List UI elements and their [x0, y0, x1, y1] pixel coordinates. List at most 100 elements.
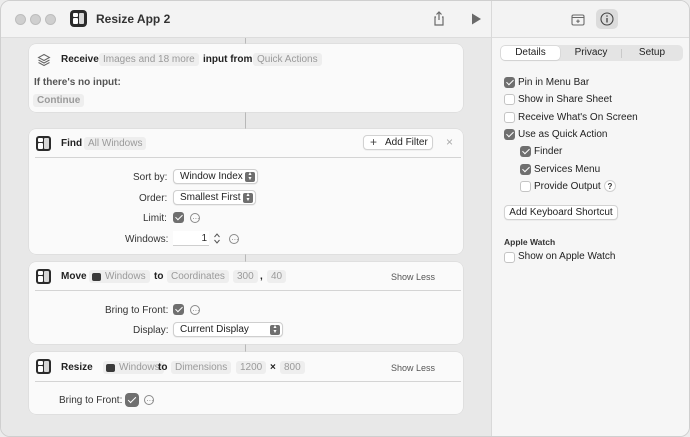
limit-checkbox[interactable]: [173, 212, 184, 223]
sort-by-value: Window Index: [180, 171, 243, 182]
share-icon: [434, 11, 444, 26]
resize-bring-front-checkbox[interactable]: [125, 393, 139, 407]
resize-target-token[interactable]: Windows: [103, 361, 164, 374]
limit-label: Limit:: [143, 213, 167, 224]
provide-output-checkbox[interactable]: [520, 181, 531, 192]
share-sheet-checkbox[interactable]: [504, 94, 515, 105]
windows-action-icon: [36, 269, 51, 284]
panel-toolbar: [492, 1, 689, 38]
input-from-label: input from: [203, 54, 253, 65]
times-separator: ×: [270, 362, 276, 373]
add-window-icon: [571, 14, 585, 26]
display-value: Current Display: [180, 324, 249, 335]
add-keyboard-shortcut-button[interactable]: Add Keyboard Shortcut: [504, 205, 618, 220]
quick-action-label: Use as Quick Action: [518, 129, 608, 140]
move-y-field[interactable]: 40: [267, 270, 287, 283]
resize-target-value: Windows: [119, 362, 160, 373]
move-show-less-button[interactable]: Show Less: [391, 272, 435, 282]
no-input-action-token[interactable]: Continue: [33, 94, 85, 107]
more-options-icon[interactable]: [229, 234, 239, 244]
tab-setup[interactable]: Setup: [622, 46, 682, 60]
receive-card: Receive Images and 18 more input from Qu…: [29, 44, 463, 112]
zoom-window-button[interactable]: [45, 14, 56, 25]
order-popup[interactable]: Smallest First ▴ ▾: [173, 190, 256, 205]
close-icon[interactable]: ×: [446, 135, 453, 149]
resize-bring-front-label: Bring to Front:: [59, 395, 123, 406]
input-source-token[interactable]: Quick Actions: [253, 53, 322, 66]
display-label: Display:: [133, 325, 169, 336]
shortcut-icon: [70, 10, 87, 27]
apple-watch-checkbox[interactable]: [504, 252, 515, 263]
move-target-value: Windows: [105, 271, 146, 282]
tab-privacy[interactable]: Privacy: [561, 46, 621, 60]
share-button[interactable]: [430, 10, 448, 28]
move-mode-token[interactable]: Coordinates: [167, 270, 229, 283]
windows-count-value: 1: [201, 233, 207, 244]
move-x-field[interactable]: 300: [233, 270, 258, 283]
apple-watch-heading: Apple Watch: [504, 237, 556, 247]
resize-card: Resize Windows to Dimensions 1200 × 800 …: [29, 352, 463, 414]
finder-label: Finder: [534, 146, 563, 157]
services-menu-checkbox[interactable]: [520, 164, 531, 175]
info-button[interactable]: [596, 9, 618, 29]
info-icon: [600, 12, 614, 26]
receive-label: Receive: [61, 54, 99, 65]
sort-by-label: Sort by:: [133, 172, 168, 183]
add-to-dock-button[interactable]: [569, 10, 587, 28]
quick-action-checkbox[interactable]: [504, 129, 515, 140]
resize-show-less-button[interactable]: Show Less: [391, 363, 435, 373]
more-options-icon[interactable]: [190, 213, 200, 223]
no-input-label: If there's no input:: [34, 77, 121, 88]
layers-icon: [37, 53, 51, 67]
minimize-window-button[interactable]: [30, 14, 41, 25]
plus-icon: +: [370, 135, 378, 149]
services-menu-label: Services Menu: [534, 164, 601, 175]
provide-output-label: Provide Output: [534, 181, 601, 192]
stepper-icon[interactable]: [212, 231, 222, 246]
resize-label: Resize: [61, 362, 93, 373]
pin-menu-bar-label: Pin in Menu Bar: [518, 77, 590, 88]
windows-variable-icon: [106, 364, 115, 372]
windows-count-field[interactable]: 1: [173, 231, 209, 246]
shortcuts-window: Resize App 2 Receive Images and 18 more …: [0, 0, 690, 437]
windows-variable-icon: [92, 273, 101, 281]
play-icon: [472, 13, 481, 25]
window-title: Resize App 2: [96, 12, 171, 26]
windows-action-icon: [36, 359, 51, 374]
chevron-updown-icon: ▴ ▾: [245, 171, 255, 182]
resize-width-field[interactable]: 1200: [236, 361, 267, 374]
add-filter-label: Add Filter: [385, 137, 428, 148]
tab-details[interactable]: Details: [501, 46, 560, 60]
resize-height-field[interactable]: 800: [280, 361, 305, 374]
receive-screen-label: Receive What's On Screen: [518, 112, 638, 123]
find-card: Find All Windows + Add Filter × Sort by:…: [29, 129, 463, 254]
display-popup[interactable]: Current Display ▴ ▾: [173, 322, 283, 337]
comma-separator: ,: [260, 271, 263, 282]
more-options-icon[interactable]: [190, 305, 200, 315]
resize-mode-token[interactable]: Dimensions: [171, 361, 232, 374]
help-icon[interactable]: ?: [604, 180, 616, 192]
move-bring-front-checkbox[interactable]: [173, 304, 184, 315]
apple-watch-label: Show on Apple Watch: [518, 251, 616, 262]
finder-checkbox[interactable]: [520, 146, 531, 157]
sort-by-popup[interactable]: Window Index ▴ ▾: [173, 169, 258, 184]
add-filter-button[interactable]: + Add Filter: [363, 135, 433, 150]
panel-tabs: Details Privacy Setup: [500, 45, 683, 61]
windows-count-label: Windows:: [125, 234, 169, 245]
close-window-button[interactable]: [15, 14, 26, 25]
order-label: Order:: [139, 193, 168, 204]
input-types-token[interactable]: Images and 18 more: [99, 53, 199, 66]
move-bring-front-label: Bring to Front:: [105, 305, 169, 316]
move-card: Move Windows to Coordinates 300 , 40 Sho…: [29, 262, 463, 344]
move-to-label: to: [154, 271, 164, 282]
pin-menu-bar-checkbox[interactable]: [504, 77, 515, 88]
title-bar: Resize App 2: [1, 1, 491, 38]
run-button[interactable]: [467, 10, 485, 28]
windows-action-icon: [36, 136, 51, 151]
receive-screen-checkbox[interactable]: [504, 112, 515, 123]
order-value: Smallest First: [180, 192, 241, 203]
editor-canvas: Receive Images and 18 more input from Qu…: [1, 38, 491, 436]
move-target-token[interactable]: Windows: [89, 270, 150, 283]
more-options-icon[interactable]: [144, 395, 154, 405]
find-target-token[interactable]: All Windows: [84, 137, 147, 150]
